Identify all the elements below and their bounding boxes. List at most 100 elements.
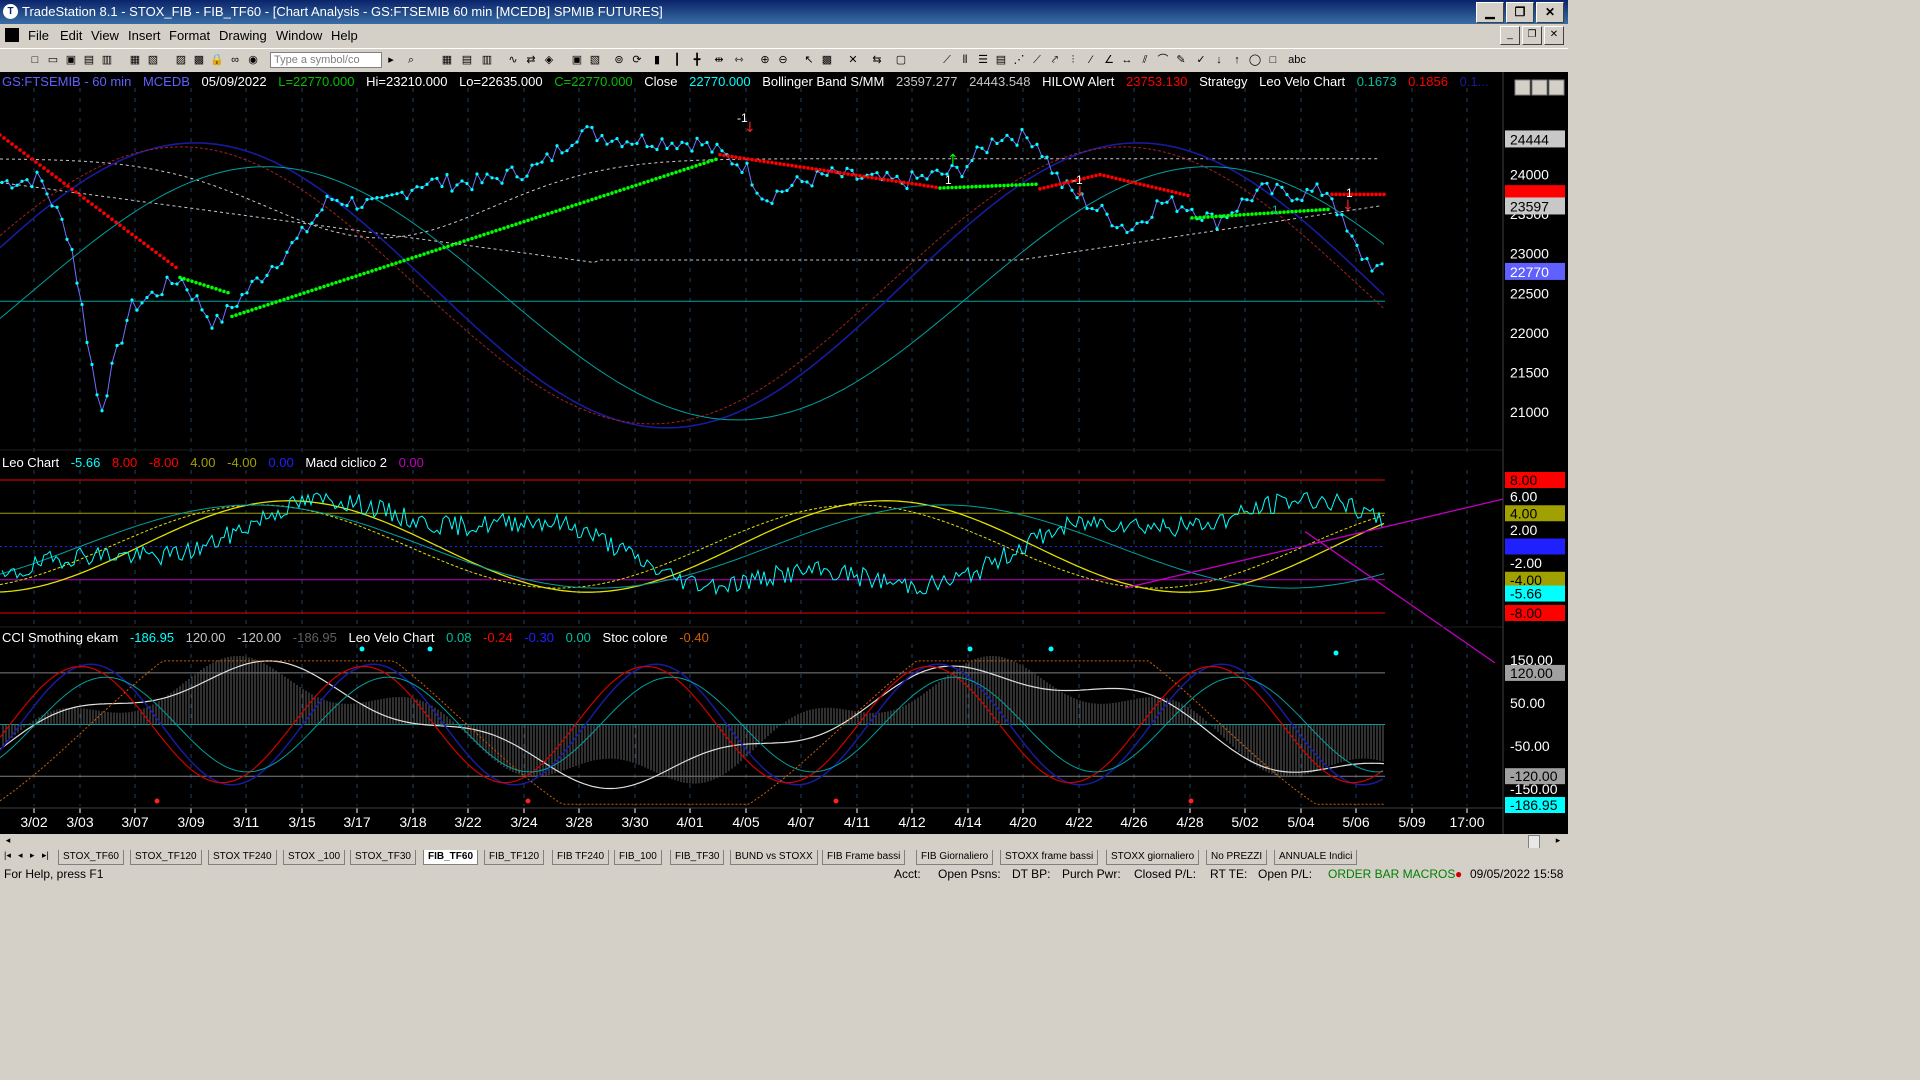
tab-fib-tf120[interactable]: FIB_TF120 [484,850,545,865]
bar-type-icon[interactable]: ╋ [690,53,704,67]
mdi-minimize-button[interactable]: _ [1500,26,1520,45]
arc-icon[interactable]: ⌒ [1156,53,1170,67]
speedline-icon[interactable]: ⤤ [1048,53,1062,67]
up-arrow-icon[interactable]: ↑ [1230,53,1244,67]
print-preview-icon[interactable]: ▧ [146,53,160,67]
zoom-out-icon[interactable]: ⊖ [776,53,790,67]
symbol-lookup-icon[interactable]: ⌕ [404,53,418,67]
horizontal-arrow-icon[interactable]: ↔ [1120,53,1134,67]
matrix-icon[interactable]: ▥ [480,53,494,67]
window-icon[interactable]: ▨ [174,53,188,67]
zoom-in-icon[interactable]: ⊕ [758,53,772,67]
check-icon[interactable]: ✓ [1194,53,1208,67]
tab-stox-tf30[interactable]: STOX_TF30 [350,850,416,865]
maximize-button[interactable]: ❐ [1506,2,1534,23]
menu-file[interactable]: File [28,28,49,43]
data-window-icon[interactable]: ▩ [820,53,834,67]
rectangle-icon[interactable]: □ [1266,53,1280,67]
menu-view[interactable]: View [91,28,119,43]
scroll-left-icon[interactable]: ◂ [2,835,14,847]
symbol-input[interactable]: Type a symbol/co [270,52,382,68]
shortcut-icon[interactable]: ⇆ [870,53,884,67]
pointer-icon[interactable]: ↖ [802,53,816,67]
analysis-icon[interactable]: ◈ [542,53,556,67]
binoculars-icon[interactable]: ⊚ [612,53,626,67]
open-icon[interactable]: ▭ [46,53,60,67]
go-arrow-icon[interactable]: ▸ [384,53,398,67]
mdi-restore-button[interactable]: ❐ [1522,26,1542,45]
tab-fib-100[interactable]: FIB_100 [614,850,662,865]
refresh-icon[interactable]: ⟳ [630,53,644,67]
save-all-icon[interactable]: ▤ [82,53,96,67]
tab-stox-tf240[interactable]: STOX TF240 [208,850,277,865]
print-icon[interactable]: ▦ [128,53,142,67]
regression-icon[interactable]: ⁄ [1084,53,1098,67]
tab-bund-vs-stoxx[interactable]: BUND vs STOXX [730,850,818,865]
tab-first-icon[interactable]: |◂ [4,850,11,861]
new-icon[interactable]: □ [28,53,42,67]
ellipse-icon[interactable]: ◯ [1248,53,1262,67]
tab-annuale-indici[interactable]: ANNUALE Indici [1274,850,1358,865]
options-icon[interactable]: ▢ [894,53,908,67]
tab-fib-tf30[interactable]: FIB_TF30 [670,850,725,865]
tab-stoxx-frame-bassi[interactable]: STOXX frame bassi [1000,850,1099,865]
close-button[interactable]: ✕ [1536,2,1564,23]
menu-edit[interactable]: Edit [60,28,82,43]
status-macros[interactable]: ORDER BAR MACROS [1328,867,1455,881]
tab-stox-100[interactable]: STOX _100 [283,850,346,865]
fib-icon[interactable]: ▤ [994,53,1008,67]
globe-icon[interactable]: ◉ [246,53,260,67]
strategy-icon[interactable]: ⇄ [524,53,538,67]
tab-stox-tf120[interactable]: STOX_TF120 [130,850,202,865]
gann-icon[interactable]: ⟋ [1030,53,1044,67]
menu-drawing[interactable]: Drawing [219,28,267,43]
chart-area[interactable]: -11-111↓↑↓↓ 2450024000235002300022500220… [0,72,1568,834]
tab-next-icon[interactable]: ▸ [30,850,35,861]
menu-help[interactable]: Help [331,28,358,43]
text-tool-icon[interactable]: abc [1286,53,1308,67]
link-icon[interactable]: ∞ [228,53,242,67]
tab-prev-icon[interactable]: ◂ [18,850,23,861]
zoom-bars-in-icon[interactable]: ⇹ [712,53,726,67]
andrews-icon[interactable]: ⫶ [1066,53,1080,67]
tab-fib-giornaliero[interactable]: FIB Giornaliero [916,850,994,865]
pen-icon[interactable]: ✎ [1174,53,1188,67]
horizontal-lines-icon[interactable]: ☰ [976,53,990,67]
tab-stoxx-giornaliero[interactable]: STOXX giornaliero [1106,850,1200,865]
channel-icon[interactable]: ⋰ [1012,53,1026,67]
tab-fib-frame-bassi[interactable]: FIB Frame bassi [822,850,906,865]
save-icon[interactable]: ▣ [64,53,78,67]
tab-no-prezzi[interactable]: No PREZZI [1206,850,1268,865]
workspace-icon[interactable]: ▩ [192,53,206,67]
tab-fib-tf240[interactable]: FIB TF240 [552,850,610,865]
chart-canvas[interactable]: -11-111↓↑↓↓ 2450024000235002300022500220… [0,72,1568,834]
menu-format[interactable]: Format [169,28,210,43]
down-arrow-icon[interactable]: ↓ [1212,53,1226,67]
tab-fib-tf60[interactable]: FIB_TF60 [423,850,479,865]
indicator-icon[interactable]: ∿ [506,53,520,67]
mdi-close-button[interactable]: ✕ [1544,26,1564,45]
trendline-icon[interactable]: ⟋ [940,53,954,67]
insert-window-icon[interactable]: ▣ [570,53,584,67]
tab-last-icon[interactable]: ▸| [42,850,49,861]
vertical-lines-icon[interactable]: ⦀ [958,53,972,67]
lock-icon[interactable]: 🔒 [210,53,224,67]
parallel-icon[interactable]: ⫽ [1138,53,1152,67]
menu-insert[interactable]: Insert [128,28,161,43]
minimize-button[interactable]: ▁ [1476,2,1504,23]
scroll-right-icon[interactable]: ▸ [1552,835,1564,847]
horizontal-scrollbar[interactable]: ◂ ▸ [0,834,1568,849]
tile-icon[interactable]: ▧ [588,53,602,67]
tools-icon[interactable]: ✕ [846,53,860,67]
angle-icon[interactable]: ∠ [1102,53,1116,67]
scroll-thumb[interactable] [1528,835,1540,849]
zoom-bars-out-icon[interactable]: ⇿ [732,53,746,67]
candle-icon[interactable]: ┃ [670,53,684,67]
open-folder-icon[interactable]: ▥ [100,53,114,67]
bar-chart-icon[interactable]: ▮ [650,53,664,67]
chart-analysis-icon[interactable]: ▦ [440,53,454,67]
menu-window[interactable]: Window [276,28,322,43]
tab-stox-tf60[interactable]: STOX_TF60 [58,850,124,865]
radarscreen-icon[interactable]: ▤ [460,53,474,67]
chart-window-icon[interactable] [5,28,19,42]
